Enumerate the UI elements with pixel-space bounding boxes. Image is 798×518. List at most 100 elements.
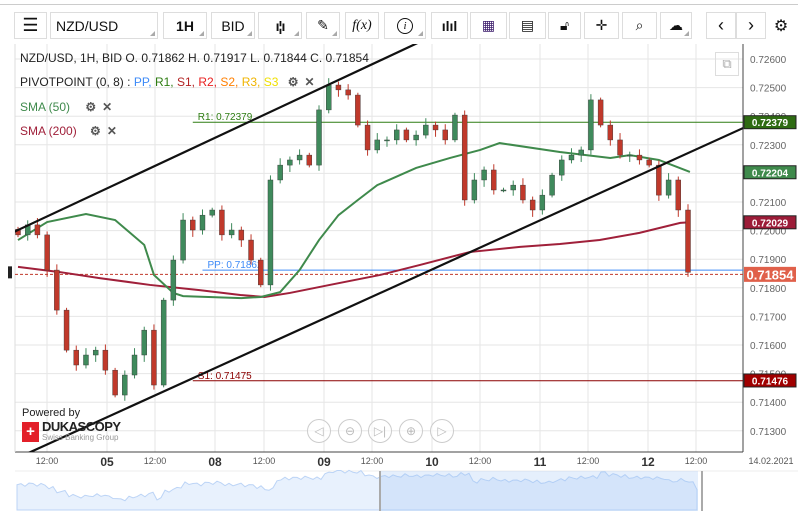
x-tick-label: 12:00 xyxy=(361,456,384,466)
x-tick-label: 09 xyxy=(317,455,331,469)
sma50-close-icon[interactable]: ✕ xyxy=(102,100,112,114)
pivot-label: PP: 0.71862 xyxy=(207,260,262,271)
candle-body xyxy=(559,159,565,176)
candle-body xyxy=(219,209,225,236)
x-tick-label: 10 xyxy=(425,455,439,469)
candle-body xyxy=(151,329,157,386)
pivot-close-icon[interactable]: ✕ xyxy=(305,75,315,89)
candle xyxy=(355,92,361,128)
candle-body xyxy=(374,139,380,151)
candle-body xyxy=(345,89,351,96)
candle-body xyxy=(568,154,575,161)
candle-body xyxy=(267,179,274,286)
candle-body xyxy=(452,114,458,141)
candle-body xyxy=(44,234,50,271)
go-to-end-button[interactable]: ▷| xyxy=(368,419,392,443)
y-tick-label: 0.72100 xyxy=(750,198,787,209)
price-tag-label: 0.72204 xyxy=(752,168,789,179)
logo-text: DUKASCOPY xyxy=(42,419,121,434)
candle-body xyxy=(539,194,546,211)
candle-body xyxy=(442,129,448,141)
swiss-cross-icon: + xyxy=(22,421,39,442)
candle xyxy=(258,257,264,288)
candle-body xyxy=(92,349,99,356)
x-tick-label: 12 xyxy=(641,455,655,469)
candle xyxy=(685,204,691,277)
candle xyxy=(180,213,186,264)
sma200-legend: SMA (200) ⚙ ✕ xyxy=(20,124,117,138)
candle-body xyxy=(578,149,584,156)
pivot-settings-icon[interactable]: ⚙ xyxy=(288,75,299,89)
candle-body xyxy=(287,159,293,166)
candle-body xyxy=(597,99,604,126)
pivot-item-s3: S3 xyxy=(263,75,279,89)
x-tick-label: 12:00 xyxy=(36,456,59,466)
candle xyxy=(160,297,167,388)
sma200-close-icon[interactable]: ✕ xyxy=(107,124,117,138)
candle-body xyxy=(63,309,70,351)
candle xyxy=(151,324,157,390)
pivot-items: PP, R1, S1, R2, S2, R3, S3 xyxy=(134,75,279,89)
candle-body xyxy=(481,169,487,181)
candle-body xyxy=(607,124,614,141)
candle-body xyxy=(277,164,283,181)
zoom-out-icon: ⊖ xyxy=(344,424,356,438)
triangle-right-icon: ▷ xyxy=(437,424,447,438)
candle xyxy=(461,110,468,206)
x-tick-label: 08 xyxy=(208,455,222,469)
candle-body xyxy=(54,269,60,311)
pivot-item-pp: PP, xyxy=(133,75,155,89)
sma50-settings-icon[interactable]: ⚙ xyxy=(85,100,96,114)
pivot-item-r1: R1, xyxy=(154,75,177,89)
triangle-left-icon: ◁ xyxy=(314,424,324,438)
y-tick-label: 0.72300 xyxy=(750,141,787,152)
pivot-legend: PIVOTPOINT (0, 8) : PP, R1, S1, R2, S2, … xyxy=(20,75,315,89)
expand-button[interactable]: ⧉ xyxy=(715,52,739,76)
pan-right-button[interactable]: ▷ xyxy=(430,419,454,443)
candle-body xyxy=(461,114,468,201)
candle xyxy=(452,112,458,143)
candle-body xyxy=(238,229,245,241)
y-tick-label: 0.71400 xyxy=(750,398,787,409)
pan-left-button[interactable]: ◁ xyxy=(307,419,331,443)
candle xyxy=(403,127,410,143)
pivot-item-r3: R3, xyxy=(241,75,264,89)
candle-body xyxy=(209,209,215,216)
pivot-item-s2: S2, xyxy=(220,75,242,89)
skip-end-icon: ▷| xyxy=(373,424,387,438)
zoom-in-icon: ⊕ xyxy=(405,424,417,438)
candle-body xyxy=(326,84,332,111)
candle-body xyxy=(248,239,254,261)
sma200-settings-icon[interactable]: ⚙ xyxy=(90,124,101,138)
y-tick-label: 0.71900 xyxy=(750,255,787,266)
pivot-item-r2: R2, xyxy=(198,75,221,89)
x-tick-label: 14.02.2021 xyxy=(748,456,793,466)
candle-body xyxy=(141,329,147,356)
candle-body xyxy=(413,134,419,141)
candle-body xyxy=(529,199,536,211)
pivot-sep: : xyxy=(123,75,134,89)
candle xyxy=(549,172,555,198)
navigator-window[interactable] xyxy=(380,471,698,511)
y-tick-label: 0.71600 xyxy=(750,341,787,352)
candle-body xyxy=(228,229,235,236)
candle-body xyxy=(316,109,322,166)
candle-body xyxy=(520,184,526,201)
candle-body xyxy=(199,214,206,231)
candle-body xyxy=(306,154,313,166)
sma50-label: SMA (50) xyxy=(20,100,71,114)
zoom-out-button[interactable]: ⊖ xyxy=(338,419,362,443)
candle xyxy=(170,255,177,306)
zoom-in-button[interactable]: ⊕ xyxy=(399,419,423,443)
popout-icon: ⧉ xyxy=(722,56,732,71)
drag-handle[interactable] xyxy=(8,266,12,279)
candle-body xyxy=(393,129,400,141)
candle-body xyxy=(471,179,478,201)
candle-body xyxy=(34,224,41,236)
x-tick-label: 12:00 xyxy=(144,456,167,466)
ohlc-legend: NZD/USD, 1H, BID O. 0.71862 H. 0.71917 L… xyxy=(20,51,369,65)
candle-body xyxy=(588,99,594,151)
candle-body xyxy=(102,349,109,371)
price-tag-label: 0.72029 xyxy=(752,218,789,229)
pivot-item-s1: S1, xyxy=(176,75,199,89)
